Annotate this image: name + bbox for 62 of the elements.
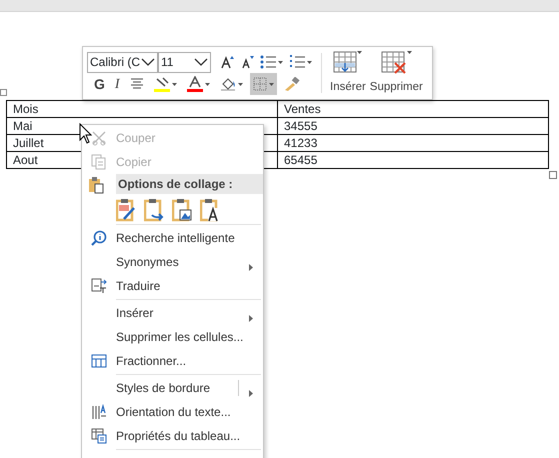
align-center-icon — [130, 78, 144, 90]
caret-icon — [406, 51, 412, 54]
menu-item[interactable]: Insérer — [82, 301, 263, 325]
caret-icon — [307, 60, 312, 64]
italic-button[interactable]: I — [112, 73, 123, 95]
format-painter-icon — [284, 77, 300, 91]
table-cell: Mai — [13, 118, 32, 132]
shrink-font-icon — [240, 55, 254, 69]
magnifier-icon — [91, 230, 107, 246]
menu-item[interactable]: Orientation du texte... — [82, 400, 263, 424]
delete-button[interactable]: Supprimer — [368, 51, 425, 95]
table-cell: 65455 — [284, 152, 318, 166]
split-cells-icon — [91, 354, 107, 368]
menu-item[interactable]: Traduire — [82, 274, 263, 298]
submenu-arrow-icon — [249, 390, 253, 398]
paste-text-only-icon — [200, 198, 220, 222]
paint-bucket-icon — [220, 77, 236, 91]
menu-item[interactable]: Styles de bordure — [82, 376, 263, 400]
insert-table-icon — [333, 51, 358, 75]
paste-option-button[interactable] — [144, 198, 164, 222]
submenu-arrow-icon — [249, 315, 253, 322]
clipboard-icon — [88, 176, 104, 194]
table-cell: 41233 — [284, 136, 318, 150]
caret-icon — [172, 82, 177, 86]
table-resize-handle[interactable] — [549, 171, 557, 179]
bullet-list-icon — [260, 55, 276, 69]
numbered-list-icon — [289, 55, 305, 69]
paste-merge-icon — [144, 198, 164, 222]
menu-item[interactable]: Synonymes — [82, 250, 263, 274]
table-properties-icon — [91, 428, 107, 444]
font-name-field[interactable]: Calibri (C — [87, 52, 158, 72]
borders-icon — [252, 77, 267, 91]
caret-icon — [204, 82, 210, 86]
table-cell: Juillet — [13, 136, 44, 150]
scissors-icon — [91, 130, 107, 146]
paste-option-button[interactable] — [200, 198, 220, 222]
delete-table-icon — [380, 51, 407, 75]
table-cell: Aout — [13, 152, 38, 166]
menu-item[interactable]: Recherche intelligente — [82, 226, 263, 250]
caret-icon — [268, 82, 274, 86]
menu-item[interactable]: Fractionner... — [82, 349, 263, 373]
column-header: Ventes — [284, 102, 321, 116]
bold-button[interactable]: G — [91, 73, 108, 95]
caret-icon — [238, 82, 243, 86]
menu-item[interactable]: Supprimer les cellules... — [82, 325, 263, 349]
insert-button[interactable]: Insérer — [328, 51, 368, 95]
table-move-handle[interactable] — [0, 89, 7, 96]
translate-icon — [91, 278, 107, 294]
menu-item[interactable]: Propriétés du tableau... — [82, 424, 263, 448]
caret-icon — [278, 60, 283, 64]
paste-option-button[interactable] — [172, 198, 192, 222]
submenu-arrow-icon — [249, 264, 253, 272]
text-direction-icon — [91, 404, 107, 420]
table-cell: 34555 — [284, 118, 318, 132]
copy-icon — [91, 154, 107, 170]
font-size-field[interactable]: 11 — [158, 52, 211, 72]
grow-font-icon — [220, 55, 234, 69]
caret-icon — [357, 51, 362, 54]
paste-option-button[interactable] — [116, 198, 136, 222]
paste-picture-icon — [172, 198, 192, 222]
paste-keep-formatting-icon — [116, 198, 136, 222]
column-header: Mois — [13, 102, 38, 116]
